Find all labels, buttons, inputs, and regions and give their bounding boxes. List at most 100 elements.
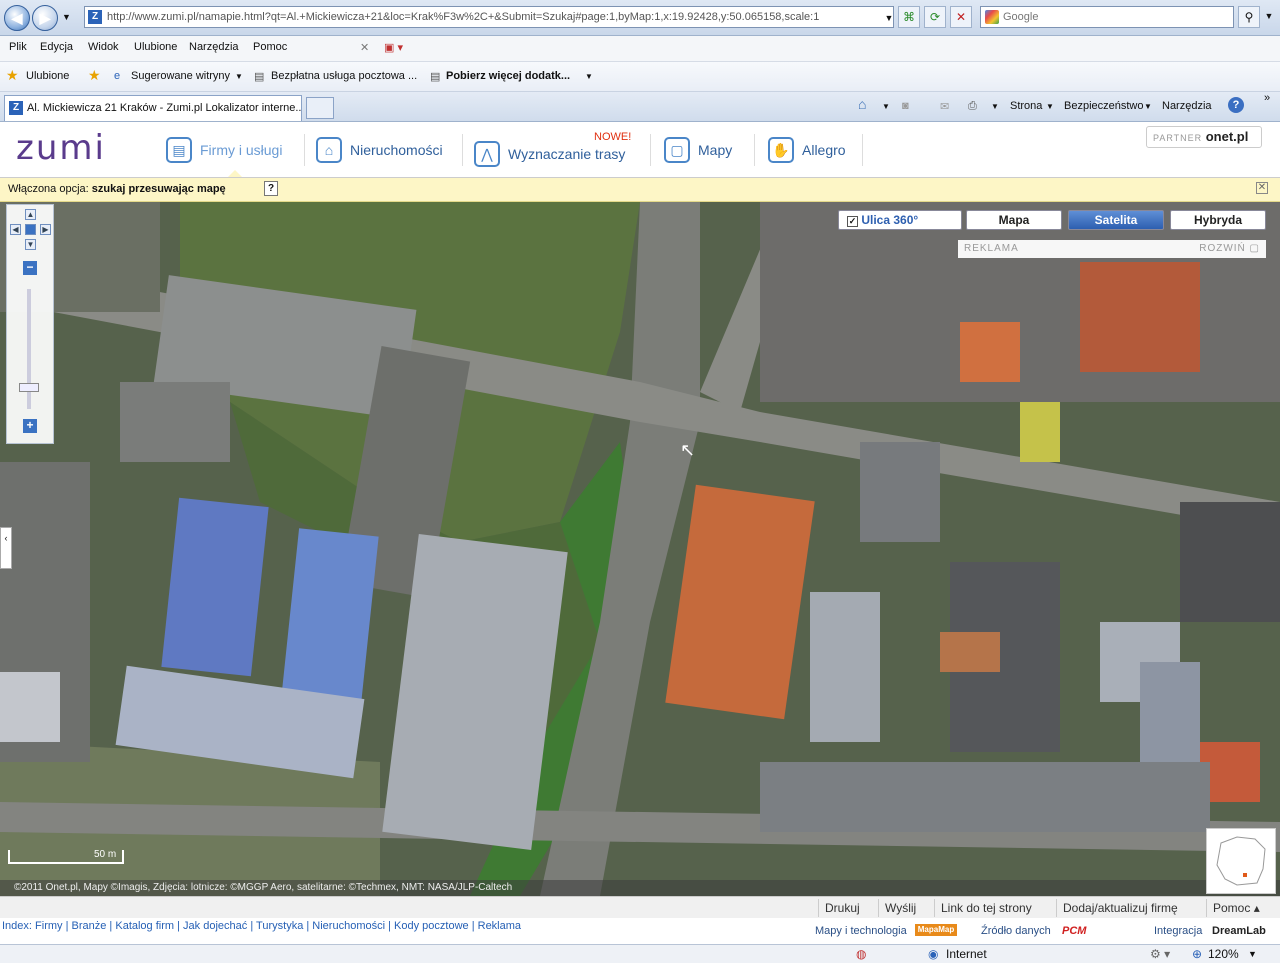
- nav-divider: [650, 134, 651, 166]
- zoom-level[interactable]: 120%: [1208, 947, 1239, 961]
- search-options-icon[interactable]: ▼: [1258, 6, 1280, 28]
- stop-icon[interactable]: ✕: [950, 6, 972, 28]
- link-firmy[interactable]: Firmy: [35, 920, 63, 932]
- zumi-logo[interactable]: zumi: [16, 128, 106, 168]
- link-katalog[interactable]: Katalog firm: [115, 920, 174, 932]
- globe-icon: ◉: [928, 947, 939, 961]
- link-branze[interactable]: Branże: [72, 920, 107, 932]
- refresh-icon[interactable]: ⟳: [924, 6, 946, 28]
- link-kody[interactable]: Kody pocztowe: [394, 920, 469, 932]
- zoom-in-button[interactable]: +: [23, 419, 37, 433]
- favorites-button[interactable]: Ulubione: [26, 70, 69, 82]
- help-button[interactable]: Pomoc ▴: [1206, 899, 1266, 917]
- map-type-satelita[interactable]: Satelita: [1068, 210, 1164, 230]
- add-company-button[interactable]: Dodaj/aktualizuj firmę: [1056, 899, 1184, 917]
- close-toolbar-icon[interactable]: ✕: [360, 41, 369, 54]
- favorite-suggested-sites[interactable]: Sugerowane witryny: [131, 70, 230, 82]
- nav-divider: [754, 134, 755, 166]
- feeds-icon[interactable]: ◙: [902, 100, 909, 112]
- link-button[interactable]: Link do tej strony: [934, 899, 1038, 917]
- addon-icon[interactable]: ▣ ▾: [384, 41, 403, 54]
- back-button[interactable]: ◀: [4, 5, 30, 31]
- menu-plik[interactable]: Plik: [9, 41, 27, 53]
- menu-narzedzia[interactable]: Narzędzia: [189, 41, 239, 53]
- zoom-slider-handle[interactable]: [19, 383, 39, 392]
- pan-left-icon[interactable]: ◀: [10, 224, 21, 235]
- add-favorite-icon[interactable]: ★: [88, 67, 101, 84]
- collapse-sidebar-handle[interactable]: ‹: [0, 527, 12, 569]
- chevron-down-icon[interactable]: ▼: [991, 102, 999, 111]
- nav-nieruchomosci[interactable]: ⌂ Nieruchomości: [316, 132, 443, 168]
- close-option-bar-icon[interactable]: ✕: [1256, 182, 1268, 194]
- tools-menu[interactable]: Narzędzia: [1162, 100, 1212, 112]
- link-turystyka[interactable]: Turystyka: [256, 920, 303, 932]
- nav-divider: [462, 134, 463, 166]
- chevron-down-icon[interactable]: ▼: [882, 102, 890, 111]
- pan-center-icon[interactable]: [25, 224, 36, 235]
- favorite-mail-service[interactable]: Bezpłatna usługa pocztowa ...: [271, 70, 417, 82]
- nav-mapy[interactable]: ▢ Mapy: [664, 132, 732, 168]
- building-icon: ▤: [166, 137, 192, 163]
- zoom-out-button[interactable]: −: [23, 261, 37, 275]
- tab-zumi[interactable]: Z Al. Mickiewicza 21 Kraków - Zumi.pl Lok…: [4, 95, 302, 121]
- history-dropdown-icon[interactable]: ▼: [62, 12, 71, 22]
- street-360-toggle[interactable]: ✓ Ulica 360°: [838, 210, 962, 230]
- search-input[interactable]: Google: [980, 6, 1234, 28]
- hand-icon: ✋: [768, 137, 794, 163]
- chevron-down-icon[interactable]: ▼: [1248, 949, 1257, 959]
- link-jak-dojechac[interactable]: Jak dojechać: [183, 920, 247, 932]
- settings-icon[interactable]: ⚙ ▾: [1150, 947, 1170, 961]
- url-dropdown-icon[interactable]: ▼: [878, 8, 900, 30]
- option-help-button[interactable]: ?: [264, 181, 278, 196]
- chevron-down-icon[interactable]: ▼: [585, 72, 593, 81]
- page-menu[interactable]: Strona: [1010, 100, 1042, 112]
- search-icon[interactable]: ⚲: [1238, 6, 1260, 28]
- send-button[interactable]: Wyślij: [878, 899, 922, 917]
- compatibility-view-icon[interactable]: ⌘: [898, 6, 920, 28]
- print-icon[interactable]: ⎙: [968, 100, 977, 113]
- menu-pomoc[interactable]: Pomoc: [253, 41, 287, 53]
- link-reklama[interactable]: Reklama: [478, 920, 521, 932]
- favorite-get-addons[interactable]: Pobierz więcej dodatk...: [446, 70, 570, 82]
- pan-right-icon[interactable]: ▶: [40, 224, 51, 235]
- print-button[interactable]: Drukuj: [818, 899, 866, 917]
- ad-banner: REKLAMA ROZWIŃ ▢: [958, 240, 1266, 258]
- poland-outline-icon: [1216, 836, 1266, 886]
- site-favicon-icon: Z: [88, 10, 102, 24]
- pan-up-icon[interactable]: ▲: [25, 209, 36, 220]
- google-icon: [985, 10, 999, 24]
- pcm-logo[interactable]: PCM: [1062, 925, 1086, 937]
- menu-ulubione[interactable]: Ulubione: [134, 41, 177, 53]
- nav-wyznaczanie-trasy[interactable]: ⋀ Wyznaczanie trasy: [474, 136, 625, 172]
- new-tab-button[interactable]: [306, 97, 334, 119]
- map-type-hybryda[interactable]: Hybryda: [1170, 210, 1266, 230]
- checkbox-icon[interactable]: ✓: [847, 216, 858, 227]
- menu-widok[interactable]: Widok: [88, 41, 119, 53]
- mapamap-logo[interactable]: MapaMap: [915, 924, 957, 936]
- expand-toolbar-icon[interactable]: »: [1264, 92, 1270, 104]
- satellite-map[interactable]: ‹ ▲ ◀ ▶ ▼ − + ✓ Ulica 360° Mapa Satelita…: [0, 202, 1280, 896]
- ie-icon: e: [114, 70, 121, 82]
- nav-allegro[interactable]: ✋ Allegro: [768, 132, 846, 168]
- pan-down-icon[interactable]: ▼: [25, 239, 36, 250]
- nav-divider: [862, 134, 863, 166]
- overview-map[interactable]: [1206, 828, 1276, 894]
- mail-icon[interactable]: ✉: [940, 100, 949, 113]
- safety-menu[interactable]: Bezpieczeństwo: [1064, 100, 1144, 112]
- menu-edycja[interactable]: Edycja: [40, 41, 73, 53]
- chevron-down-icon[interactable]: ▼: [235, 72, 243, 81]
- forward-button[interactable]: ▶: [32, 5, 58, 31]
- dreamlab-logo[interactable]: DreamLab: [1212, 925, 1266, 937]
- url-field[interactable]: Zhttp://www.zumi.pl/namapie.html?qt=Al.+…: [84, 6, 894, 28]
- security-zone: Internet: [946, 947, 987, 961]
- nav-firmy[interactable]: ▤ Firmy i usługi: [166, 132, 282, 168]
- chevron-down-icon: ▼: [1144, 102, 1152, 111]
- page-icon: ▤: [430, 71, 441, 83]
- partner-badge[interactable]: PARTNER onet.pl: [1146, 126, 1262, 148]
- map-type-mapa[interactable]: Mapa: [966, 210, 1062, 230]
- option-bar: Włączona opcja: szukaj przesuwając mapę …: [0, 178, 1280, 202]
- link-nieruchomosci[interactable]: Nieruchomości: [312, 920, 385, 932]
- ad-expand-button[interactable]: ROZWIŃ ▢: [1199, 240, 1260, 258]
- help-icon[interactable]: ?: [1228, 97, 1244, 113]
- home-icon[interactable]: ⌂: [858, 96, 866, 112]
